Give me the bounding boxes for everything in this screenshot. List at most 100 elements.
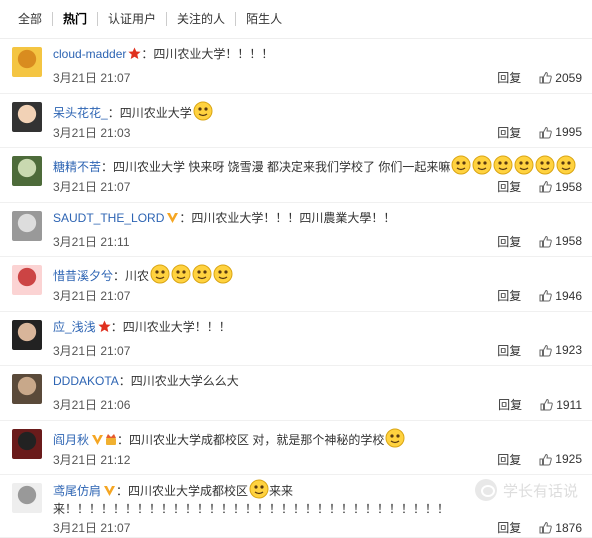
comment-actions: 回复 1911 xyxy=(498,396,582,413)
comment-content: ：四川农业大学！！！ xyxy=(110,319,231,334)
comment-item: 阎月秋 ：四川农业大学成都校区 对，就是那个神秘的学校 3月21日 21:12 回复 1… xyxy=(0,421,592,475)
avatar[interactable] xyxy=(12,428,42,459)
like-count: 1925 xyxy=(555,452,582,466)
comment-content: ：四川农业大学么么大 xyxy=(118,374,239,388)
reply-button[interactable]: 回复 xyxy=(497,451,521,468)
like-count: 1876 xyxy=(555,520,582,535)
comment-actions: 回复 1958 xyxy=(497,178,582,195)
reply-button[interactable]: 回复 xyxy=(497,342,521,359)
comment-actions: 回复 1995 xyxy=(497,124,582,141)
like-button[interactable]: 1911 xyxy=(540,398,582,412)
emoticon-icon xyxy=(171,264,191,288)
like-button[interactable]: 1958 xyxy=(539,180,582,194)
thumbs-up-icon xyxy=(539,235,553,247)
avatar[interactable] xyxy=(12,374,42,404)
comment-timestamp: 3月21日 21:12 xyxy=(53,452,131,467)
avatar[interactable] xyxy=(12,101,42,132)
tab-following[interactable]: 关注的人 xyxy=(166,12,235,26)
watermark: 学长有话说 xyxy=(474,479,578,501)
username-link[interactable]: cloud-madder xyxy=(53,47,126,61)
reply-button[interactable]: 回复 xyxy=(497,233,521,250)
comment-actions: 回复 2059 xyxy=(497,69,582,86)
like-button[interactable]: 1958 xyxy=(539,234,582,248)
comment-item: 糖精不苦：四川农业大学 快来呀 饶雪漫 都决定来我们学校了 你们一起来嘛 3月21… xyxy=(0,148,592,203)
tab-strangers[interactable]: 陌生人 xyxy=(235,12,292,26)
emoticon-icon xyxy=(385,428,405,452)
comment-timestamp: 3月21日 21:07 xyxy=(53,521,131,535)
thumbs-up-icon xyxy=(539,71,553,84)
tab-verified[interactable]: 认证用户 xyxy=(97,12,166,26)
username-link[interactable]: 鸢尾仿肩 xyxy=(53,484,101,498)
comment-item: DDDAKOTA：四川农业大学么么大 3月21日 21:06 回复 1911 xyxy=(0,366,592,421)
comment-content-tail: 来来 xyxy=(269,484,294,498)
emoticon-icon xyxy=(150,264,170,288)
comment-actions: 回复 1923 xyxy=(497,342,582,359)
reply-button[interactable]: 回复 xyxy=(497,69,521,86)
thumbs-up-icon xyxy=(539,344,553,356)
comment-timestamp: 3月21日 21:07 xyxy=(53,289,131,303)
comment-content: ：川农 xyxy=(113,269,150,283)
like-count: 1995 xyxy=(555,125,582,139)
filter-tabs: 全部 热门 认证用户 关注的人 陌生人 xyxy=(0,0,592,39)
emoticon-icon xyxy=(556,155,576,179)
comment-content: ：四川农业大学 快来呀 饶雪漫 都决定来我们学校了 你们一起来嘛 xyxy=(101,160,451,174)
username-link[interactable]: 阎月秋 xyxy=(53,433,89,447)
like-count: 1958 xyxy=(555,234,582,248)
username-link[interactable]: 应_浅浅 xyxy=(53,320,96,334)
avatar[interactable] xyxy=(12,265,42,295)
reply-button[interactable]: 回复 xyxy=(497,519,521,536)
wechat-icon xyxy=(474,479,497,501)
comment-content-continued: 来！！！！！！！！！！！！！！！！！！！！！！！！！！！！！！！！ xyxy=(53,502,450,516)
verified-v-icon xyxy=(166,211,179,228)
emoticon-icon xyxy=(192,264,212,288)
emoticon-icon xyxy=(514,155,534,179)
comment-timestamp: 3月21日 21:06 xyxy=(53,398,131,412)
tab-hot[interactable]: 热门 xyxy=(52,12,97,26)
avatar[interactable] xyxy=(12,47,42,77)
comment-timestamp: 3月21日 21:07 xyxy=(53,180,131,194)
username-link[interactable]: 糖精不苦 xyxy=(53,160,101,174)
like-button[interactable]: 2059 xyxy=(539,71,582,85)
avatar[interactable] xyxy=(12,156,42,186)
like-count: 1946 xyxy=(555,288,582,303)
avatar[interactable] xyxy=(12,319,42,350)
username-link[interactable]: SAUDT_THE_LORD xyxy=(53,211,164,225)
avatar[interactable] xyxy=(12,483,42,513)
reply-button[interactable]: 回复 xyxy=(497,178,521,195)
comment-actions: 回复 1925 xyxy=(497,451,582,468)
username-link[interactable]: 呆头花花_ xyxy=(53,106,108,120)
comment-actions: 回复 1876 xyxy=(497,519,582,536)
like-button[interactable]: 1876 xyxy=(539,521,582,535)
emoticon-icon xyxy=(472,155,492,179)
like-count: 1911 xyxy=(556,397,582,412)
comment-timestamp: 3月21日 21:11 xyxy=(53,234,130,249)
reply-button[interactable]: 回复 xyxy=(498,396,522,413)
username-link[interactable]: DDDAKOTA xyxy=(53,374,119,388)
like-count: 2059 xyxy=(555,70,582,85)
comment-item: cloud-madder ：四川农业大学！！！！ 3月21日 21:07 回复 2059 xyxy=(0,39,592,94)
username-link[interactable]: 惜昔溪夕兮 xyxy=(53,269,113,283)
comment-timestamp: 3月21日 21:03 xyxy=(53,125,131,140)
comment-text-line: 糖精不苦：四川农业大学 快来呀 饶雪漫 都决定来我们学校了 你们一起来嘛 xyxy=(53,155,584,179)
tab-all[interactable]: 全部 xyxy=(8,12,52,26)
comment-list: cloud-madder ：四川农业大学！！！！ 3月21日 21:07 回复 2059… xyxy=(0,39,592,538)
like-button[interactable]: 1946 xyxy=(539,289,582,303)
thumbs-up-icon xyxy=(540,398,553,411)
comment-timestamp: 3月21日 21:07 xyxy=(53,343,131,358)
reply-button[interactable]: 回复 xyxy=(497,124,521,141)
like-button[interactable]: 1925 xyxy=(539,452,582,466)
watermark-text: 学长有话说 xyxy=(502,482,578,500)
emoticon-icon xyxy=(213,264,233,288)
like-button[interactable]: 1995 xyxy=(539,125,582,139)
emoticon-icon xyxy=(451,155,471,179)
comment-item: SAUDT_THE_LORD ：四川农业大学！！！四川農業大學！！ 3月21日 21… xyxy=(0,203,592,257)
comment-text-line: 阎月秋 ：四川农业大学成都校区 对，就是那个神秘的学校 xyxy=(53,428,584,452)
reply-button[interactable]: 回复 xyxy=(497,287,521,304)
thumbs-up-icon xyxy=(539,521,553,534)
avatar[interactable] xyxy=(12,210,42,241)
comment-text-line: 应_浅浅 ：四川农业大学！！！ xyxy=(53,319,584,337)
thumbs-up-icon xyxy=(539,453,553,465)
verified-v-icon xyxy=(91,433,117,450)
like-button[interactable]: 1923 xyxy=(539,343,582,357)
comment-content: ：四川农业大学！！！！ xyxy=(141,47,274,61)
